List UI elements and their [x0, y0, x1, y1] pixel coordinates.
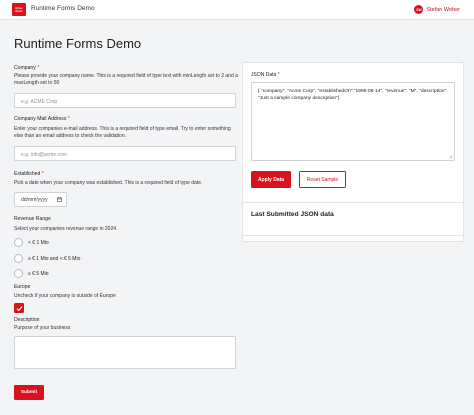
required-mark: * [37, 65, 40, 71]
required-mark: * [41, 171, 44, 177]
established-help: Pick a date when your company was establ… [14, 180, 203, 186]
apply-data-button[interactable]: Apply Data [251, 171, 291, 188]
europe-label: Europe [14, 284, 31, 290]
app-title: Runtime Forms Demo [31, 5, 95, 12]
radio-label: ≥ € 1 Mio and < € 5 Mio [28, 255, 81, 262]
europe-checkbox[interactable] [14, 303, 24, 313]
established-label: Established * [14, 171, 44, 177]
revenue-option-high[interactable]: ≥ € 5 Mio [14, 269, 49, 278]
required-mark: * [277, 72, 280, 78]
calendar-icon[interactable] [57, 197, 62, 202]
reset-sample-button[interactable]: Reset Sample [299, 171, 346, 188]
company-label-text: Company [14, 65, 36, 71]
resize-handle-icon[interactable] [448, 154, 453, 159]
established-label-text: Established [14, 171, 41, 177]
json-data-label: JSON Data * [251, 72, 280, 78]
revenue-option-low[interactable]: < € 1 Mio [14, 238, 49, 247]
check-icon [16, 305, 23, 311]
top-bar: Ortec Ortec Runtime Forms Demo SW Stefan… [0, 0, 474, 20]
radio-label: ≥ € 5 Mio [28, 270, 49, 277]
company-label: Company * [14, 65, 39, 71]
established-date-input[interactable]: dd/mm/yyyy [14, 192, 67, 207]
last-submitted-card [242, 202, 464, 236]
company-input[interactable]: e.g. ACME Corp [14, 93, 236, 108]
europe-help: Uncheck if your company is outside of Eu… [14, 293, 116, 299]
description-textarea[interactable] [14, 336, 236, 369]
revenue-help: Select your companies revenue range in 2… [14, 226, 117, 232]
company-logo[interactable]: Ortec Ortec [12, 3, 26, 16]
email-label-text: Company Mail Address [14, 116, 67, 122]
revenue-option-mid[interactable]: ≥ € 1 Mio and < € 5 Mio [14, 254, 80, 263]
json-data-label-text: JSON Data [251, 72, 277, 78]
user-name: Stefan Weber [426, 6, 460, 13]
last-submitted-title: Last Submitted JSON data [251, 211, 334, 218]
radio-button[interactable] [14, 238, 23, 247]
json-data-textarea[interactable]: { "company": "Acme Corp", "establishedOn… [251, 82, 455, 161]
submit-button[interactable]: Submit [14, 385, 44, 400]
description-help: Purpose of your business [14, 325, 71, 331]
json-data-value: { "company": "Acme Corp", "establishedOn… [258, 89, 448, 101]
avatar: SW [414, 5, 424, 14]
required-mark: * [67, 116, 70, 122]
radio-button[interactable] [14, 269, 23, 278]
revenue-label: Revenue Range [14, 216, 51, 222]
user-menu[interactable]: SW Stefan Weber [414, 5, 460, 14]
radio-label: < € 1 Mio [28, 239, 49, 246]
description-label: Description [14, 317, 40, 323]
company-help: Please provide your company name. This i… [14, 73, 238, 86]
radio-button[interactable] [14, 254, 23, 263]
page-title: Runtime Forms Demo [14, 36, 142, 51]
logo-text-bottom: Ortec [15, 9, 23, 13]
email-input[interactable]: e.g. info@acme.com [14, 146, 236, 161]
email-help: Enter your companies e-mail address. Thi… [14, 126, 231, 139]
date-placeholder: dd/mm/yyyy [21, 196, 48, 203]
email-label: Company Mail Address * [14, 116, 70, 122]
